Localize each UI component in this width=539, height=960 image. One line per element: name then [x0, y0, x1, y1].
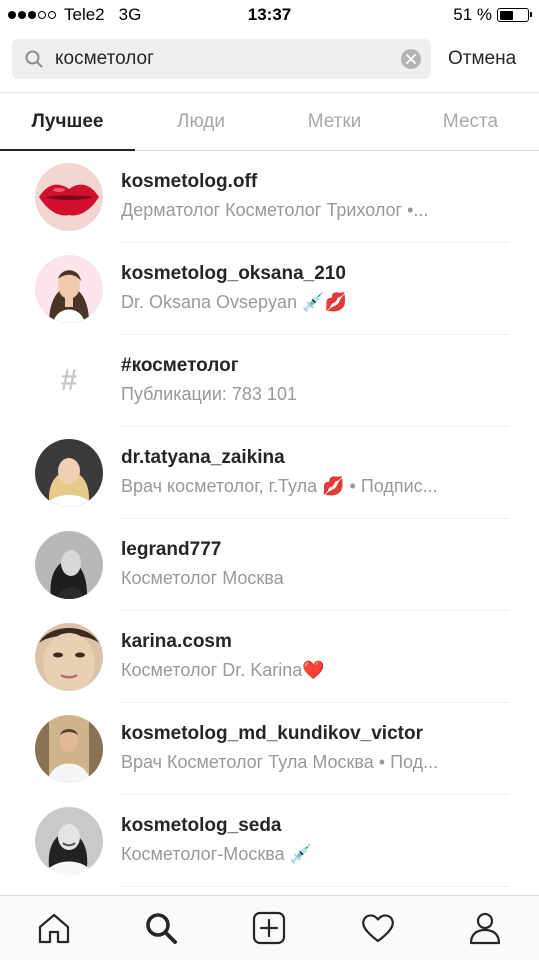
status-bar: Tele2 3G 13:37 51 % — [0, 0, 539, 30]
tab-people[interactable]: Люди — [135, 93, 267, 151]
clear-search-icon[interactable] — [401, 49, 421, 69]
search-input[interactable]: косметолог — [12, 39, 431, 79]
list-item[interactable]: kosmetolog_oksana_210 Dr. Oksana Ovsepya… — [0, 243, 539, 335]
results-list: kosmetolog.off Дерматолог Косметолог Три… — [0, 151, 539, 887]
username: karina.cosm — [121, 631, 232, 652]
hashtag-icon: # — [60, 364, 78, 397]
hashtag-name: #косметолог — [121, 355, 239, 376]
username: kosmetolog_seda — [121, 815, 282, 836]
list-item[interactable]: kosmetolog_seda Косметолог-Москва 💉 — [0, 795, 539, 887]
bw-smiling-woman-avatar — [35, 807, 103, 875]
tab-top[interactable]: Лучшее — [0, 93, 135, 151]
list-item[interactable]: kosmetolog_md_kundikov_victor Врач Косме… — [0, 703, 539, 795]
bottom-tab-bar — [0, 895, 539, 960]
user-bio: Дерматолог Косметолог Трихолог •... — [121, 200, 429, 220]
list-item[interactable]: # #косметолог Публикации: 783 101 — [0, 335, 539, 427]
home-icon[interactable] — [36, 910, 72, 946]
plus-square-icon[interactable] — [251, 910, 287, 946]
blonde-woman-avatar — [35, 439, 103, 507]
person-icon[interactable] — [467, 910, 503, 946]
search-icon[interactable] — [143, 910, 179, 946]
list-item[interactable]: legrand777 Косметолог Москва — [0, 519, 539, 611]
tab-tags[interactable]: Метки — [267, 93, 402, 151]
lips-avatar — [35, 163, 103, 231]
user-bio: Dr. Oksana Ovsepyan 💉💋 — [121, 292, 347, 312]
search-row: косметолог Отмена — [12, 39, 527, 79]
user-bio: Косметолог-Москва 💉 — [121, 844, 313, 864]
closeup-face-avatar — [35, 623, 103, 691]
list-item[interactable]: karina.cosm Косметолог Dr. Karina❤️ — [0, 611, 539, 703]
bw-woman-avatar — [35, 531, 103, 599]
search-icon — [25, 50, 43, 68]
username: kosmetolog_md_kundikov_victor — [121, 723, 423, 744]
post-count: Публикации: 783 101 — [121, 384, 297, 404]
man-avatar — [35, 715, 103, 783]
search-query[interactable]: косметолог — [55, 39, 154, 79]
battery-icon — [497, 8, 532, 22]
username: dr.tatyana_zaikina — [121, 447, 285, 468]
username: kosmetolog_oksana_210 — [121, 263, 346, 284]
cancel-button[interactable]: Отмена — [448, 39, 516, 79]
list-item[interactable]: kosmetolog.off Дерматолог Косметолог Три… — [0, 151, 539, 243]
battery-percent: 51 % — [453, 5, 492, 24]
user-bio: Врач Косметолог Тула Москва • Под... — [121, 752, 439, 772]
list-item[interactable]: dr.tatyana_zaikina Врач косметолог, г.Ту… — [0, 427, 539, 519]
search-tabs: Лучшее Люди Метки Места — [0, 92, 539, 151]
user-bio: Врач косметолог, г.Тула 💋 • Подпис... — [121, 476, 438, 496]
user-bio: Косметолог Москва — [121, 568, 284, 588]
username: kosmetolog.off — [121, 171, 258, 192]
illustrated-woman-avatar — [35, 255, 103, 323]
tab-places[interactable]: Места — [402, 93, 539, 151]
username: legrand777 — [121, 539, 222, 560]
user-bio: Косметолог Dr. Karina❤️ — [121, 660, 325, 680]
status-right: 51 % — [453, 5, 532, 25]
heart-icon[interactable] — [360, 910, 396, 946]
